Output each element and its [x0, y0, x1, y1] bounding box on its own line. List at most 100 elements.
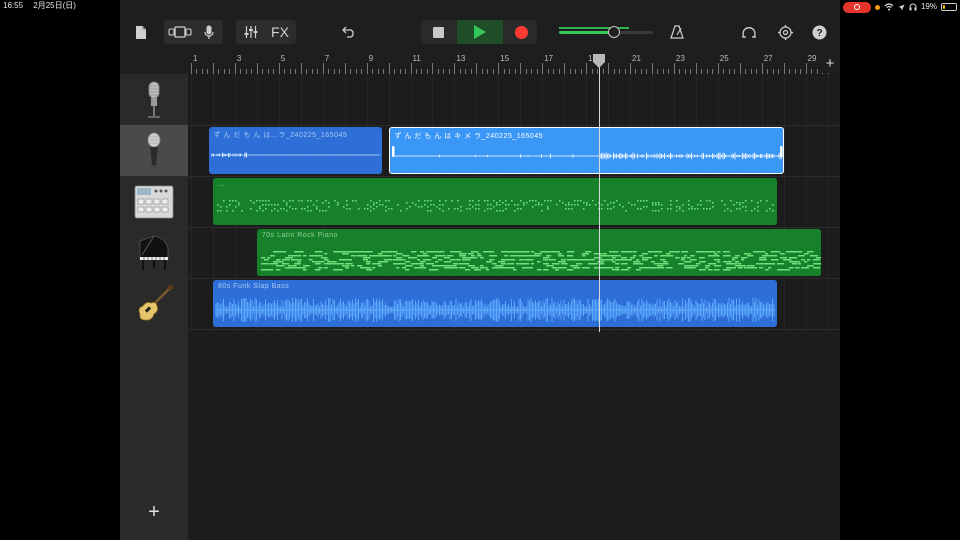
ruler-tick	[564, 63, 566, 74]
ruler-bar-number: 21	[632, 54, 641, 63]
track-controls-button[interactable]	[238, 20, 264, 44]
ruler-tick	[739, 63, 741, 74]
metronome-button[interactable]	[666, 20, 688, 44]
undo-button[interactable]	[338, 20, 360, 44]
battery-icon	[941, 3, 957, 11]
ruler-tick	[520, 63, 522, 74]
track-header-bass[interactable]	[120, 278, 188, 329]
record-icon	[514, 25, 528, 39]
play-button[interactable]	[457, 20, 503, 44]
status-date: 2月25日(日)	[33, 1, 76, 10]
microphone-input-button[interactable]	[197, 20, 221, 44]
stop-button[interactable]	[421, 20, 455, 44]
ruler-tick	[300, 63, 302, 74]
screen-recording-indicator-icon[interactable]	[842, 1, 871, 13]
track-lanes: ず ん だ も ん は…ラ_240225_165045 ず ん だ も ん は キ…	[188, 74, 840, 540]
region-midi[interactable]: 70s Latin Rock Piano	[256, 229, 821, 276]
studio-microphone-icon	[142, 80, 166, 120]
stop-icon	[432, 26, 444, 38]
region-label: 70s Latin Rock Piano	[261, 232, 338, 239]
ruler-bar-number: 17	[544, 54, 554, 63]
status-bar-left: 16:55 2月25日(日)	[3, 0, 76, 14]
track-header-drum-machine[interactable]	[120, 176, 188, 227]
help-icon: ?	[812, 25, 827, 40]
region-midi[interactable]: …	[212, 178, 778, 225]
sliders-icon	[244, 25, 258, 39]
document-icon	[135, 25, 147, 40]
settings-button[interactable]	[774, 20, 796, 44]
region-audio-selected[interactable]: ず ん だ も ん は キ メ ラ_240225_165045	[388, 127, 784, 174]
ruler-tick	[542, 63, 544, 74]
region-content	[216, 200, 774, 212]
region-content	[260, 251, 821, 271]
add-section-button[interactable]: +	[820, 53, 840, 73]
mixer-controls: FX	[236, 20, 296, 44]
region-audio-wave[interactable]: 80s Funk Slap Bass	[212, 280, 778, 327]
ruler-tick	[498, 63, 500, 74]
ruler-tick	[673, 63, 675, 74]
lane-track-4-piano: 70s Latin Rock Piano	[188, 227, 840, 279]
record-button[interactable]	[505, 20, 537, 44]
ruler-bar-number: 25	[719, 54, 729, 63]
microphone-icon	[204, 25, 214, 40]
loop-icon	[741, 25, 757, 39]
ruler-bar-number: 5	[280, 54, 286, 63]
lane-track-2-audio-recorder: ず ん だ も ん は…ラ_240225_165045 ず ん だ も ん は キ…	[188, 125, 840, 177]
ruler-tick	[344, 63, 346, 74]
status-bar-right: 19%	[842, 0, 957, 14]
ruler-tick	[388, 63, 390, 74]
volume-knob[interactable]	[607, 26, 620, 38]
ruler-tick	[366, 63, 368, 74]
add-track-button[interactable]: +	[120, 501, 188, 523]
wifi-icon	[884, 3, 894, 11]
battery-percent: 19%	[920, 2, 937, 11]
region-audio-flat[interactable]: ず ん だ も ん は…ラ_240225_165045	[208, 127, 382, 174]
drum-machine-icon	[134, 185, 174, 219]
headphones-icon	[909, 3, 917, 11]
transport-controls	[421, 20, 537, 44]
ruler-bar-number: 15	[500, 54, 510, 63]
help-button[interactable]: ?	[808, 20, 830, 44]
playhead-line	[599, 66, 601, 332]
ruler-tick	[761, 63, 763, 74]
ruler-tick	[322, 63, 324, 74]
ruler-bar-number: 13	[456, 54, 466, 63]
fx-button[interactable]: FX	[266, 20, 294, 44]
volume-fill	[559, 31, 614, 34]
ruler-tick	[695, 63, 697, 74]
control-bar: FX ?	[120, 14, 840, 52]
ruler-tick	[717, 63, 719, 74]
undo-arrow-icon	[342, 26, 356, 38]
loop-browser-button[interactable]	[738, 20, 760, 44]
lane-track-1-vocal-mic	[188, 74, 840, 126]
ruler-tick	[432, 63, 434, 74]
lane-track-5-bass: 80s Funk Slap Bass	[188, 278, 840, 330]
track-header-piano[interactable]	[120, 227, 188, 278]
region-content	[214, 298, 776, 322]
timeline-ruler[interactable]: 1 3 5 7 9 11 13 15 17 19 21 23 25 27 29	[188, 52, 840, 75]
playhead-handle[interactable]	[592, 54, 606, 68]
region-label: 80s Funk Slap Bass	[217, 283, 290, 290]
handheld-microphone-icon	[142, 131, 166, 171]
ruler-bar-number: 23	[675, 54, 685, 63]
ruler-tick	[783, 63, 785, 74]
bass-guitar-icon	[134, 283, 174, 324]
track-header-column: +	[120, 74, 188, 540]
ruler-bar-number: 7	[324, 54, 330, 63]
location-arrow-icon	[898, 4, 905, 11]
play-icon	[474, 25, 486, 39]
ruler-tick	[278, 63, 280, 74]
ruler-bar-number: 3	[236, 54, 242, 63]
ruler-tick	[651, 63, 653, 74]
gear-icon	[777, 24, 793, 40]
ruler-tick	[476, 63, 478, 74]
track-header-audio-recorder[interactable]	[120, 125, 188, 176]
master-volume-slider[interactable]	[559, 25, 653, 39]
ruler-tick	[454, 63, 456, 74]
my-songs-button[interactable]	[130, 20, 152, 44]
browser-view-button[interactable]	[166, 20, 194, 44]
ruler-tick	[191, 63, 192, 74]
track-header-vocal-mic[interactable]	[120, 74, 188, 125]
ruler-tick	[234, 63, 236, 74]
ruler-bar-number: 27	[763, 54, 773, 63]
